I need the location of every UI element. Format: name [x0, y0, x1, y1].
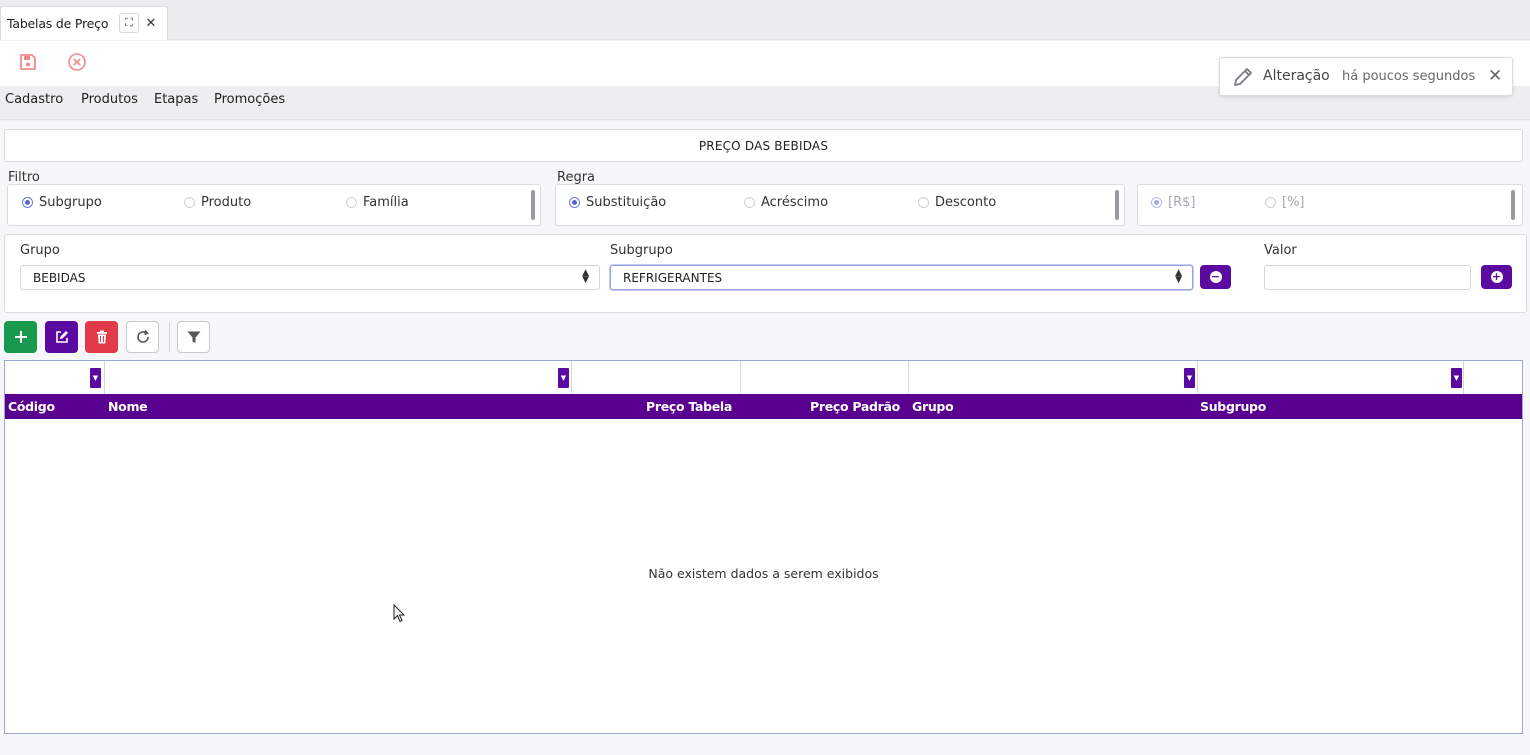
- valor-input[interactable]: [1264, 265, 1471, 290]
- radio-label: [R$]: [1168, 195, 1196, 210]
- remove-subgrupo-button[interactable]: −: [1200, 265, 1231, 289]
- grupo-select[interactable]: BEBIDAS ▲ ▼: [20, 265, 600, 290]
- plus-icon: +: [1490, 270, 1503, 283]
- filter-cell-codigo[interactable]: ▼: [5, 361, 105, 394]
- filter-cell-preco-padrao[interactable]: [741, 361, 909, 394]
- regra-label: Regra: [557, 170, 596, 185]
- grupo-label: Grupo: [20, 243, 60, 258]
- plus-icon: [14, 331, 27, 343]
- filter-dropdown-icon[interactable]: ▼: [90, 368, 101, 388]
- add-button[interactable]: [4, 321, 37, 353]
- close-tab-icon[interactable]: ✕: [141, 13, 161, 33]
- edit-button[interactable]: [45, 321, 78, 353]
- subgrupo-label: Subgrupo: [610, 243, 673, 258]
- tab-tabelas-de-preco[interactable]: Tabelas de Preço ⛶ ✕: [0, 6, 168, 40]
- radio-dot: [744, 197, 755, 208]
- minus-icon: −: [1209, 270, 1222, 283]
- regra-group: Substituição Acréscimo Desconto: [555, 184, 1125, 226]
- grid-filter-row: ▼ ▼ ▼ ▼: [5, 361, 1522, 394]
- radio-label: Acréscimo: [761, 195, 829, 210]
- radio-label: Família: [363, 195, 409, 210]
- radio-label: Desconto: [935, 195, 997, 210]
- radio-familia[interactable]: Família: [346, 195, 409, 210]
- delete-button[interactable]: [85, 321, 118, 353]
- column-header-preco-tabela[interactable]: Preço Tabela: [646, 399, 732, 414]
- radio-dot: [184, 197, 195, 208]
- panel-title: PREÇO DAS BEBIDAS: [4, 129, 1523, 162]
- radio-dot: [569, 197, 580, 208]
- filter-cell-nome[interactable]: ▼: [105, 361, 572, 394]
- filter-dropdown-icon[interactable]: ▼: [558, 368, 569, 388]
- notification-title: Alteração: [1263, 68, 1330, 84]
- filter-dropdown-icon[interactable]: ▼: [1184, 368, 1195, 388]
- refresh-button[interactable]: [126, 321, 159, 353]
- radio-percent[interactable]: [%]: [1265, 195, 1305, 210]
- column-header-preco-padrao[interactable]: Preço Padrão: [810, 399, 900, 414]
- select-arrows-icon: ▲ ▼: [1175, 268, 1182, 285]
- scroll-handle[interactable]: [531, 190, 535, 220]
- filter-cell-grupo[interactable]: ▼: [909, 361, 1198, 394]
- trash-icon: [96, 330, 107, 344]
- filter-button[interactable]: [177, 321, 210, 353]
- main-content: PREÇO DAS BEBIDAS Filtro Subgrupo Produt…: [0, 121, 1530, 755]
- fields-panel: Grupo BEBIDAS ▲ ▼ Subgrupo REFRIGERANTES …: [4, 234, 1527, 313]
- radio-label: Substituição: [586, 195, 667, 210]
- filter-dropdown-icon[interactable]: ▼: [1451, 368, 1462, 388]
- mouse-cursor-icon: [393, 604, 406, 623]
- unit-group: [R$] [%]: [1137, 184, 1523, 226]
- grid-header-row: Código Nome Preço Tabela Preço Padrão Gr…: [5, 394, 1522, 419]
- close-notification-icon[interactable]: ✕: [1488, 66, 1502, 86]
- radio-dot: [1151, 197, 1162, 208]
- change-notification: Alteração há poucos segundos ✕: [1219, 57, 1513, 96]
- column-header-subgrupo[interactable]: Subgrupo: [1200, 399, 1266, 414]
- tab-strip: Tabelas de Preço ⛶ ✕: [0, 0, 1530, 40]
- radio-desconto[interactable]: Desconto: [918, 195, 996, 210]
- radio-subgrupo[interactable]: Subgrupo: [22, 195, 102, 210]
- filter-cell-subgrupo[interactable]: ▼: [1198, 361, 1464, 394]
- scroll-handle[interactable]: [1115, 190, 1119, 220]
- radio-dot: [918, 197, 929, 208]
- toolbar-divider: [169, 322, 170, 352]
- expand-icon[interactable]: ⛶: [119, 13, 139, 33]
- grupo-value: BEBIDAS: [33, 270, 86, 285]
- cancel-icon[interactable]: [66, 51, 88, 73]
- notification-time: há poucos segundos: [1342, 69, 1476, 84]
- column-header-nome[interactable]: Nome: [108, 399, 148, 414]
- radio-label: Subgrupo: [39, 195, 102, 210]
- menu-item-etapas[interactable]: Etapas: [154, 92, 198, 107]
- subgrupo-value: REFRIGERANTES: [623, 270, 723, 285]
- filter-cell-preco-tabela[interactable]: [572, 361, 741, 394]
- valor-label: Valor: [1264, 243, 1297, 258]
- radio-acrescimo[interactable]: Acréscimo: [744, 195, 828, 210]
- radio-produto[interactable]: Produto: [184, 195, 251, 210]
- tab-title: Tabelas de Preço: [7, 16, 109, 31]
- radio-substituicao[interactable]: Substituição: [569, 195, 666, 210]
- radio-dot: [22, 197, 33, 208]
- data-grid: ▼ ▼ ▼ ▼ Código Nome Preço Tabela Preço P…: [4, 360, 1523, 734]
- radio-label: Produto: [201, 195, 252, 210]
- column-header-grupo[interactable]: Grupo: [912, 399, 954, 414]
- scroll-handle[interactable]: [1511, 190, 1515, 220]
- radio-label: [%]: [1282, 195, 1305, 210]
- menu-item-produtos[interactable]: Produtos: [81, 92, 138, 107]
- filtro-group: Subgrupo Produto Família: [7, 184, 541, 226]
- add-valor-button[interactable]: +: [1481, 265, 1512, 289]
- refresh-icon: [136, 329, 149, 343]
- filtro-label: Filtro: [8, 170, 40, 185]
- pencil-icon: [1232, 66, 1254, 92]
- filter-icon: [187, 331, 200, 343]
- radio-reais[interactable]: [R$]: [1151, 195, 1195, 210]
- column-header-codigo[interactable]: Código: [8, 399, 55, 414]
- edit-icon: [55, 331, 68, 343]
- radio-dot: [346, 197, 357, 208]
- select-arrows-icon: ▲ ▼: [582, 268, 589, 285]
- radio-dot: [1265, 197, 1276, 208]
- menu-item-promocoes[interactable]: Promoções: [214, 92, 285, 107]
- save-icon[interactable]: [17, 51, 39, 73]
- subgrupo-select[interactable]: REFRIGERANTES ▲ ▼: [610, 265, 1193, 290]
- empty-message: Não existem dados a serem exibidos: [648, 566, 879, 581]
- menu-item-cadastro[interactable]: Cadastro: [5, 92, 63, 107]
